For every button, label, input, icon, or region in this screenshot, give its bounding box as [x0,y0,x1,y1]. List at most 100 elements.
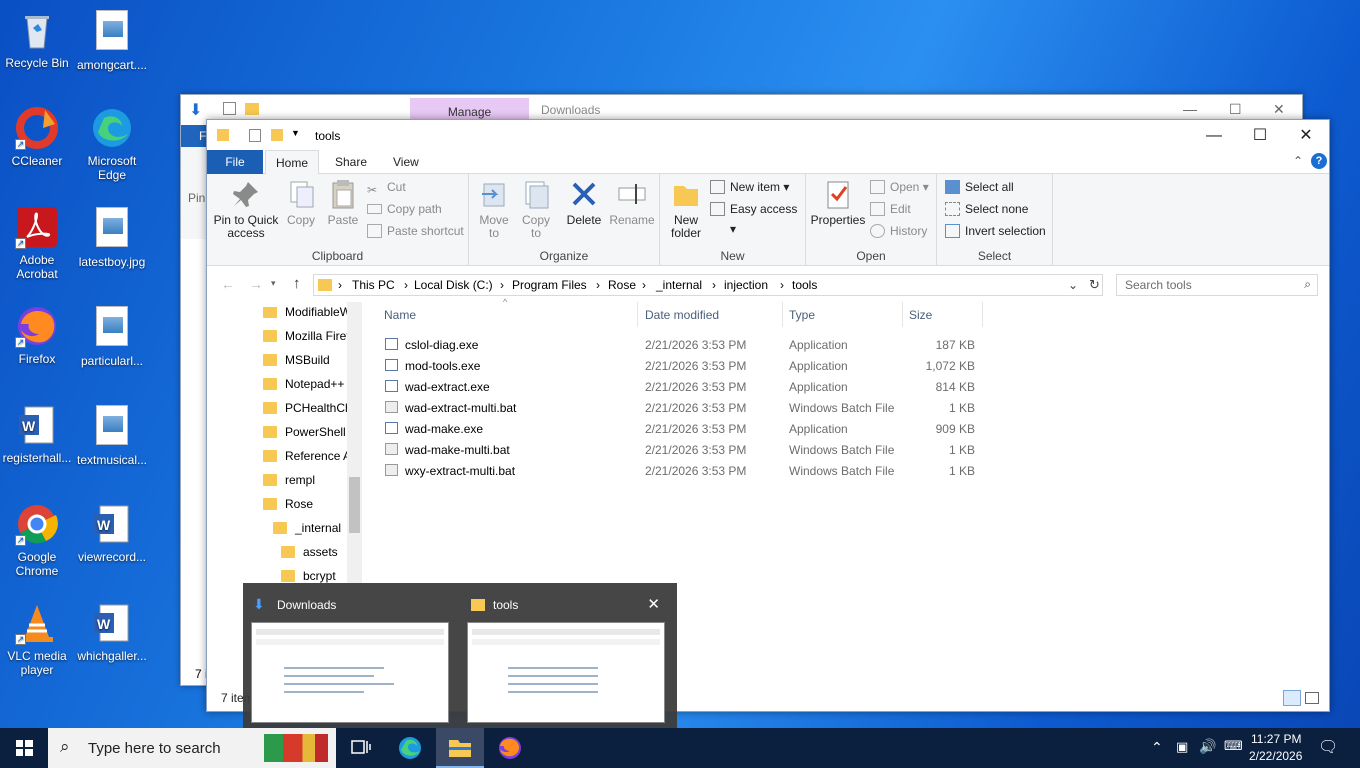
preview-tools[interactable]: tools ✕ [461,589,668,725]
breadcrumb-program-files[interactable]: Program Files [512,278,587,292]
paste-button[interactable]: Paste [323,178,363,227]
maximize-button[interactable]: ☐ [1237,124,1283,148]
help-icon[interactable]: ? [1311,153,1327,169]
tab-view[interactable]: View [383,150,429,174]
column-date[interactable]: Date modified [645,308,719,322]
breadcrumb-rose[interactable]: Rose [608,278,636,292]
properties-quick-icon[interactable] [249,129,261,142]
back-arrow-icon[interactable]: ← [221,276,235,292]
copy-button[interactable]: Copy [281,178,321,227]
minimize-button[interactable]: — [1191,124,1237,148]
desktop-icon-particularl[interactable]: particularl... [75,304,149,368]
desktop-icon-acrobat[interactable]: ↗ Adobe Acrobat [0,205,74,281]
properties-quick-icon[interactable] [223,102,236,115]
folder-quick-icon[interactable] [245,103,259,115]
desktop-icon-amongcart[interactable]: amongcart.... [75,8,149,72]
desktop-icon-firefox[interactable]: ↗ Firefox [0,304,74,366]
breadcrumb-injection[interactable]: injection [724,278,768,292]
nav-item[interactable]: Notepad++ [263,373,344,395]
breadcrumb-internal[interactable]: _internal [656,278,702,292]
column-size[interactable]: Size [909,308,932,322]
nav-item[interactable]: assets [281,541,338,563]
desktop-icon-vlc[interactable]: ↗ VLC media player [0,601,74,677]
clock-time[interactable]: 11:27 PM [1251,732,1301,746]
close-button[interactable]: ✕ [1283,124,1329,148]
address-dropdown-icon[interactable]: ⌄ [1068,278,1078,292]
quick-access-dropdown-icon[interactable]: ▼ [291,128,300,138]
file-row[interactable]: wad-extract.exe 2/21/2026 3:53 PM Applicat… [377,376,987,397]
breadcrumb-local-disk[interactable]: Local Disk (C:) [414,278,493,292]
new-folder-quick-icon[interactable] [271,129,283,141]
file-row[interactable]: mod-tools.exe 2/21/2026 3:53 PM Applicatio… [377,355,987,376]
breadcrumb-this-pc[interactable]: This PC [352,278,395,292]
properties-button[interactable]: Properties [810,178,866,227]
move-to-button[interactable]: Move to [475,178,513,240]
nav-item[interactable]: PCHealthCh [263,397,352,419]
taskbar-search-box[interactable]: ⌕ Type here to search [48,728,336,768]
pin-quick-access-button[interactable]: Pin to Quick access [211,178,281,240]
file-explorer-taskbar-icon[interactable] [436,728,484,768]
address-bar[interactable]: › This PC › Local Disk (C:) › Program Fi… [313,274,1103,296]
file-row[interactable]: wad-make-multi.bat 2/21/2026 3:53 PM Windo… [377,439,987,460]
desktop-icon-edge[interactable]: Microsoft Edge [75,106,149,182]
column-type[interactable]: Type [789,308,815,322]
desktop-icon-registerhall[interactable]: W registerhall... [0,403,74,465]
copy-to-button[interactable]: Copy to [517,178,555,240]
select-all-button[interactable]: Select all [945,177,1014,197]
copy-path-button[interactable]: Copy path [367,199,442,219]
desktop-icon-recycle-bin[interactable]: Recycle Bin [0,8,74,70]
tab-share[interactable]: Share [325,150,377,174]
nav-scrollbar[interactable] [347,302,362,602]
language-icon[interactable]: ⌨ [1224,738,1243,754]
select-none-button[interactable]: Select none [945,199,1028,219]
network-icon[interactable]: ▣ [1176,739,1188,755]
desktop-icon-latestboy[interactable]: latestboy.jpg [75,205,149,269]
volume-icon[interactable]: 🔊 [1199,738,1216,755]
invert-selection-button[interactable]: Invert selection [945,221,1046,241]
cut-button[interactable]: ✂ Cut [367,177,406,197]
close-icon[interactable]: ✕ [1273,101,1285,118]
start-button[interactable] [0,728,48,768]
file-row[interactable]: cslol-diag.exe 2/21/2026 3:53 PM Applicati… [377,334,987,355]
task-view-icon[interactable] [336,728,384,768]
column-name[interactable]: Name [384,308,416,322]
search-input[interactable]: Search tools ⌕ [1116,274,1318,296]
scrollbar-thumb[interactable] [349,477,360,533]
collapse-ribbon-icon[interactable]: ⌃ [1293,154,1303,168]
tab-file[interactable]: File [207,150,263,174]
history-button[interactable]: History [870,221,927,241]
recent-locations-icon[interactable]: ▾ [271,278,276,289]
firefox-taskbar-icon[interactable] [486,728,534,768]
new-item-button[interactable]: New item ▾ [710,177,789,197]
preview-downloads[interactable]: ⬇ Downloads [245,589,452,725]
easy-access-button[interactable]: Easy access ▾ [710,199,805,236]
new-folder-button[interactable]: New folder [666,178,706,240]
edit-button[interactable]: Edit [870,199,911,219]
desktop-icon-chrome[interactable]: ↗ Google Chrome [0,502,74,578]
file-row[interactable]: wad-extract-multi.bat 2/21/2026 3:53 PM Wi… [377,397,987,418]
desktop-icon-whichgaller[interactable]: W whichgaller... [75,601,149,663]
minimize-icon[interactable]: — [1183,101,1197,117]
open-button[interactable]: Open ▾ [870,177,929,197]
up-arrow-icon[interactable]: ↑ [293,275,301,292]
titlebar[interactable]: ▼ tools — ☐ ✕ [207,120,1329,150]
nav-item[interactable]: MSBuild [263,349,330,371]
nav-item[interactable]: _internal [273,517,341,539]
desktop-icon-textmusical[interactable]: textmusical... [75,403,149,467]
close-preview-icon[interactable]: ✕ [647,595,660,613]
file-tab[interactable]: F [181,125,207,147]
paste-shortcut-button[interactable]: Paste shortcut [367,221,464,241]
refresh-icon[interactable]: ↻ [1089,277,1100,293]
forward-arrow-icon[interactable]: → [249,276,263,292]
nav-item[interactable]: rempl [263,469,315,491]
nav-item[interactable]: ModifiableW [263,307,351,323]
desktop-icon-ccleaner[interactable]: ↗ CCleaner [0,106,74,168]
breadcrumb-tools[interactable]: tools [792,278,817,292]
tab-home[interactable]: Home [265,150,320,174]
nav-item[interactable]: Reference A [263,445,351,467]
file-row[interactable]: wxy-extract-multi.bat 2/21/2026 3:53 PM Wi… [377,460,987,481]
nav-item[interactable]: PowerShell [263,421,346,443]
file-row[interactable]: wad-make.exe 2/21/2026 3:53 PM Application… [377,418,987,439]
show-hidden-icons[interactable]: ⌃ [1151,739,1163,756]
edge-taskbar-icon[interactable] [386,728,434,768]
